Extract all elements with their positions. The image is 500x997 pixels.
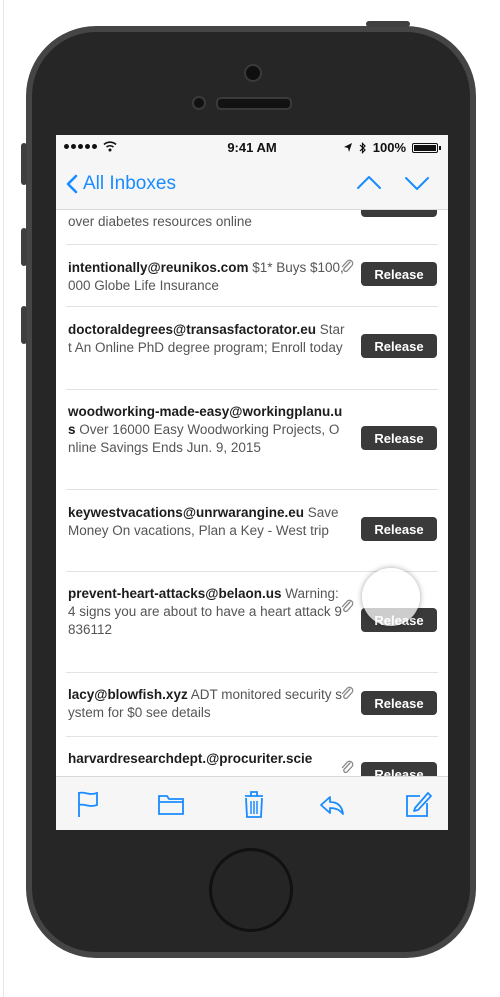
- release-button[interactable]: Release: [361, 608, 437, 632]
- message-subject: Over 16000 Easy Woodworking Projects, On…: [68, 422, 340, 455]
- chevron-up-icon[interactable]: [356, 173, 382, 193]
- back-label: All Inboxes: [83, 173, 176, 194]
- release-button[interactable]: Release: [361, 762, 437, 776]
- mute-switch: [21, 143, 27, 185]
- status-bar: 9:41 AM 100%: [56, 135, 448, 159]
- list-item[interactable]: doctoraldegrees@transasfactorator.eu Sta…: [66, 307, 438, 390]
- message-sender: lacy@blowfish.xyz: [68, 687, 188, 702]
- power-button: [366, 21, 410, 27]
- battery-icon: [412, 142, 441, 153]
- battery-level: [414, 144, 436, 151]
- flag-icon[interactable]: [74, 789, 102, 819]
- list-item[interactable]: lacy@blowfish.xyz ADT monitored security…: [66, 673, 438, 737]
- trash-icon[interactable]: [240, 789, 268, 819]
- status-right: 100%: [343, 140, 441, 155]
- release-button[interactable]: Release: [361, 334, 437, 358]
- page-edge: [3, 0, 4, 997]
- release-button[interactable]: Release: [361, 426, 437, 450]
- earpiece-speaker: [216, 97, 292, 110]
- location-arrow-icon: [343, 143, 352, 152]
- list-item[interactable]: intentionally@reunikos.com $1* Buys $100…: [66, 244, 438, 307]
- back-button[interactable]: All Inboxes: [66, 173, 176, 195]
- message-text: over diabetes resources online: [68, 213, 346, 231]
- message-sender: keywestvacations@unrwarangine.eu: [68, 505, 304, 520]
- paperclip-icon: [341, 686, 354, 700]
- release-button[interactable]: Release: [361, 517, 437, 541]
- compose-icon[interactable]: [404, 789, 432, 819]
- bottom-toolbar: [56, 776, 448, 830]
- folder-icon[interactable]: [157, 789, 185, 819]
- battery-percent: 100%: [372, 140, 406, 155]
- chevron-left-icon: [66, 174, 78, 194]
- message-sender: harvardresearchdept.@procuriter.scie: [68, 751, 313, 766]
- list-item[interactable]: woodworking-made-easy@workingplanu.us Ov…: [66, 390, 438, 490]
- message-text: doctoraldegrees@transasfactorator.eu Sta…: [68, 321, 346, 357]
- volume-down-button: [21, 306, 27, 344]
- release-button[interactable]: Release: [361, 262, 437, 286]
- message-text: intentionally@reunikos.com $1* Buys $100…: [68, 259, 346, 295]
- paperclip-icon: [341, 760, 354, 774]
- volume-up-button: [21, 228, 27, 266]
- phone-screen: 9:41 AM 100% All Inboxes over diabetes r…: [56, 135, 448, 830]
- home-button[interactable]: [209, 848, 293, 932]
- proximity-sensor: [192, 96, 206, 110]
- reply-icon[interactable]: [318, 789, 346, 819]
- message-sender: prevent-heart-attacks@belaon.us: [68, 586, 282, 601]
- paperclip-icon: [341, 599, 354, 613]
- message-sender: doctoraldegrees@transasfactorator.eu: [68, 322, 316, 337]
- nav-bar: All Inboxes: [56, 159, 448, 210]
- paperclip-icon: [341, 259, 354, 273]
- message-sender: intentionally@reunikos.com: [68, 260, 249, 275]
- message-list[interactable]: over diabetes resources online Release i…: [56, 199, 448, 776]
- message-text: prevent-heart-attacks@belaon.us Warning:…: [68, 585, 346, 639]
- release-button[interactable]: Release: [361, 691, 437, 715]
- battery-tip: [439, 145, 441, 150]
- list-item[interactable]: prevent-heart-attacks@belaon.us Warning:…: [66, 572, 438, 673]
- message-navigation: [356, 173, 430, 193]
- message-subject: over diabetes resources online: [68, 214, 252, 229]
- bluetooth-icon: [359, 141, 366, 154]
- list-item[interactable]: harvardresearchdept.@procuriter.scie Rel…: [66, 737, 438, 776]
- message-text: lacy@blowfish.xyz ADT monitored security…: [68, 686, 346, 722]
- message-text: woodworking-made-easy@workingplanu.us Ov…: [68, 403, 346, 457]
- list-item[interactable]: keywestvacations@unrwarangine.eu Save Mo…: [66, 490, 438, 572]
- message-text: harvardresearchdept.@procuriter.scie: [68, 750, 346, 768]
- chevron-down-icon[interactable]: [404, 173, 430, 193]
- message-text: keywestvacations@unrwarangine.eu Save Mo…: [68, 504, 346, 540]
- front-camera: [244, 64, 262, 82]
